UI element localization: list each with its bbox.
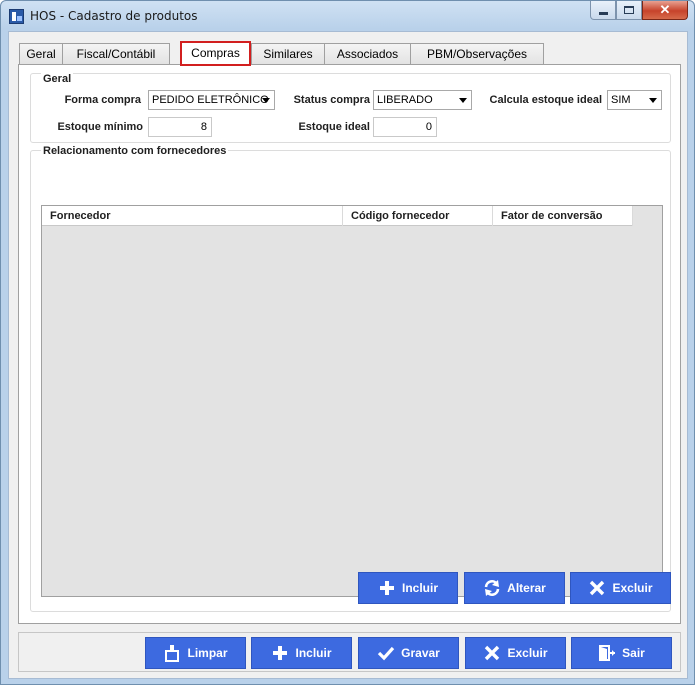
calcula-estoque-value: SIM [611, 94, 631, 106]
fornecedores-group-title: Relacionamento com fornecedores [41, 145, 229, 157]
tab-geral[interactable]: Geral [19, 43, 63, 65]
incluir-fornecedor-label: Incluir [401, 581, 438, 595]
status-compra-select[interactable]: LIBERADO [373, 90, 472, 110]
status-compra-value: LIBERADO [377, 94, 433, 106]
tab-fiscal-contabil[interactable]: Fiscal/Contábil [62, 43, 170, 65]
tab-pbm-observacoes[interactable]: PBM/Observações [410, 43, 544, 65]
excluir-label: Excluir [507, 646, 548, 660]
estoque-minimo-field[interactable]: 8 [148, 117, 212, 137]
x-icon [483, 644, 501, 662]
estoque-ideal-field[interactable]: 0 [373, 117, 437, 137]
limpar-label: Limpar [187, 646, 228, 660]
plus-icon [271, 644, 289, 662]
alterar-fornecedor-label: Alterar [507, 581, 546, 595]
broom-icon [163, 644, 181, 662]
app-window: HOS - Cadastro de produtos ✕ Geral Fisca… [0, 0, 695, 685]
chevron-down-icon [262, 98, 270, 103]
calcula-estoque-select[interactable]: SIM [607, 90, 662, 110]
column-fornecedor[interactable]: Fornecedor [42, 206, 343, 226]
tab-associados[interactable]: Associados [324, 43, 411, 65]
refresh-icon [483, 579, 501, 597]
table-header: Fornecedor Código fornecedor Fator de co… [42, 206, 633, 226]
tab-compras[interactable]: Compras [180, 41, 251, 66]
forma-compra-select[interactable]: PEDIDO ELETRÔNICO [148, 90, 275, 110]
app-icon [9, 9, 24, 24]
estoque-ideal-label: Estoque ideal [298, 121, 370, 133]
window-client-area: Geral Fiscal/Contábil Compras Similares … [8, 31, 688, 679]
forma-compra-label: Forma compra [64, 94, 141, 106]
alterar-fornecedor-button[interactable]: Alterar [464, 572, 565, 604]
limpar-button[interactable]: Limpar [145, 637, 246, 669]
plus-icon [378, 579, 396, 597]
fornecedores-table[interactable]: Fornecedor Código fornecedor Fator de co… [41, 205, 663, 597]
window-controls: ✕ [590, 1, 688, 21]
incluir-label: Incluir [295, 646, 332, 660]
compras-panel: Geral Forma compra PEDIDO ELETRÔNICO Sta… [18, 64, 681, 624]
calcula-estoque-label: Calcula estoque ideal [489, 94, 602, 106]
chevron-down-icon [459, 98, 467, 103]
estoque-minimo-label: Estoque mínimo [57, 121, 143, 133]
geral-group-title: Geral [41, 73, 74, 85]
forma-compra-value: PEDIDO ELETRÔNICO [152, 94, 269, 106]
maximize-button[interactable] [616, 1, 642, 20]
action-bar: Limpar Incluir Gravar Excluir Sair [18, 632, 681, 672]
exit-door-icon [598, 644, 616, 662]
close-button[interactable]: ✕ [642, 1, 688, 20]
excluir-fornecedor-label: Excluir [612, 581, 653, 595]
minimize-icon [598, 11, 608, 15]
x-icon [588, 579, 606, 597]
excluir-fornecedor-button[interactable]: Excluir [570, 572, 671, 604]
incluir-fornecedor-button[interactable]: Incluir [358, 572, 458, 604]
window-title: HOS - Cadastro de produtos [30, 9, 198, 23]
check-icon [377, 644, 395, 662]
column-codigo-fornecedor[interactable]: Código fornecedor [343, 206, 493, 226]
status-compra-label: Status compra [293, 94, 370, 106]
close-icon: ✕ [659, 2, 671, 17]
sair-button[interactable]: Sair [571, 637, 672, 669]
excluir-button[interactable]: Excluir [465, 637, 566, 669]
minimize-button[interactable] [590, 1, 616, 20]
title-bar[interactable]: HOS - Cadastro de produtos ✕ [1, 1, 694, 31]
column-fator-conversao[interactable]: Fator de conversão [493, 206, 633, 226]
tab-similares[interactable]: Similares [251, 43, 325, 65]
maximize-icon [624, 6, 634, 14]
incluir-button[interactable]: Incluir [251, 637, 352, 669]
sair-label: Sair [622, 646, 645, 660]
gravar-label: Gravar [401, 646, 440, 660]
chevron-down-icon [649, 98, 657, 103]
gravar-button[interactable]: Gravar [358, 637, 459, 669]
